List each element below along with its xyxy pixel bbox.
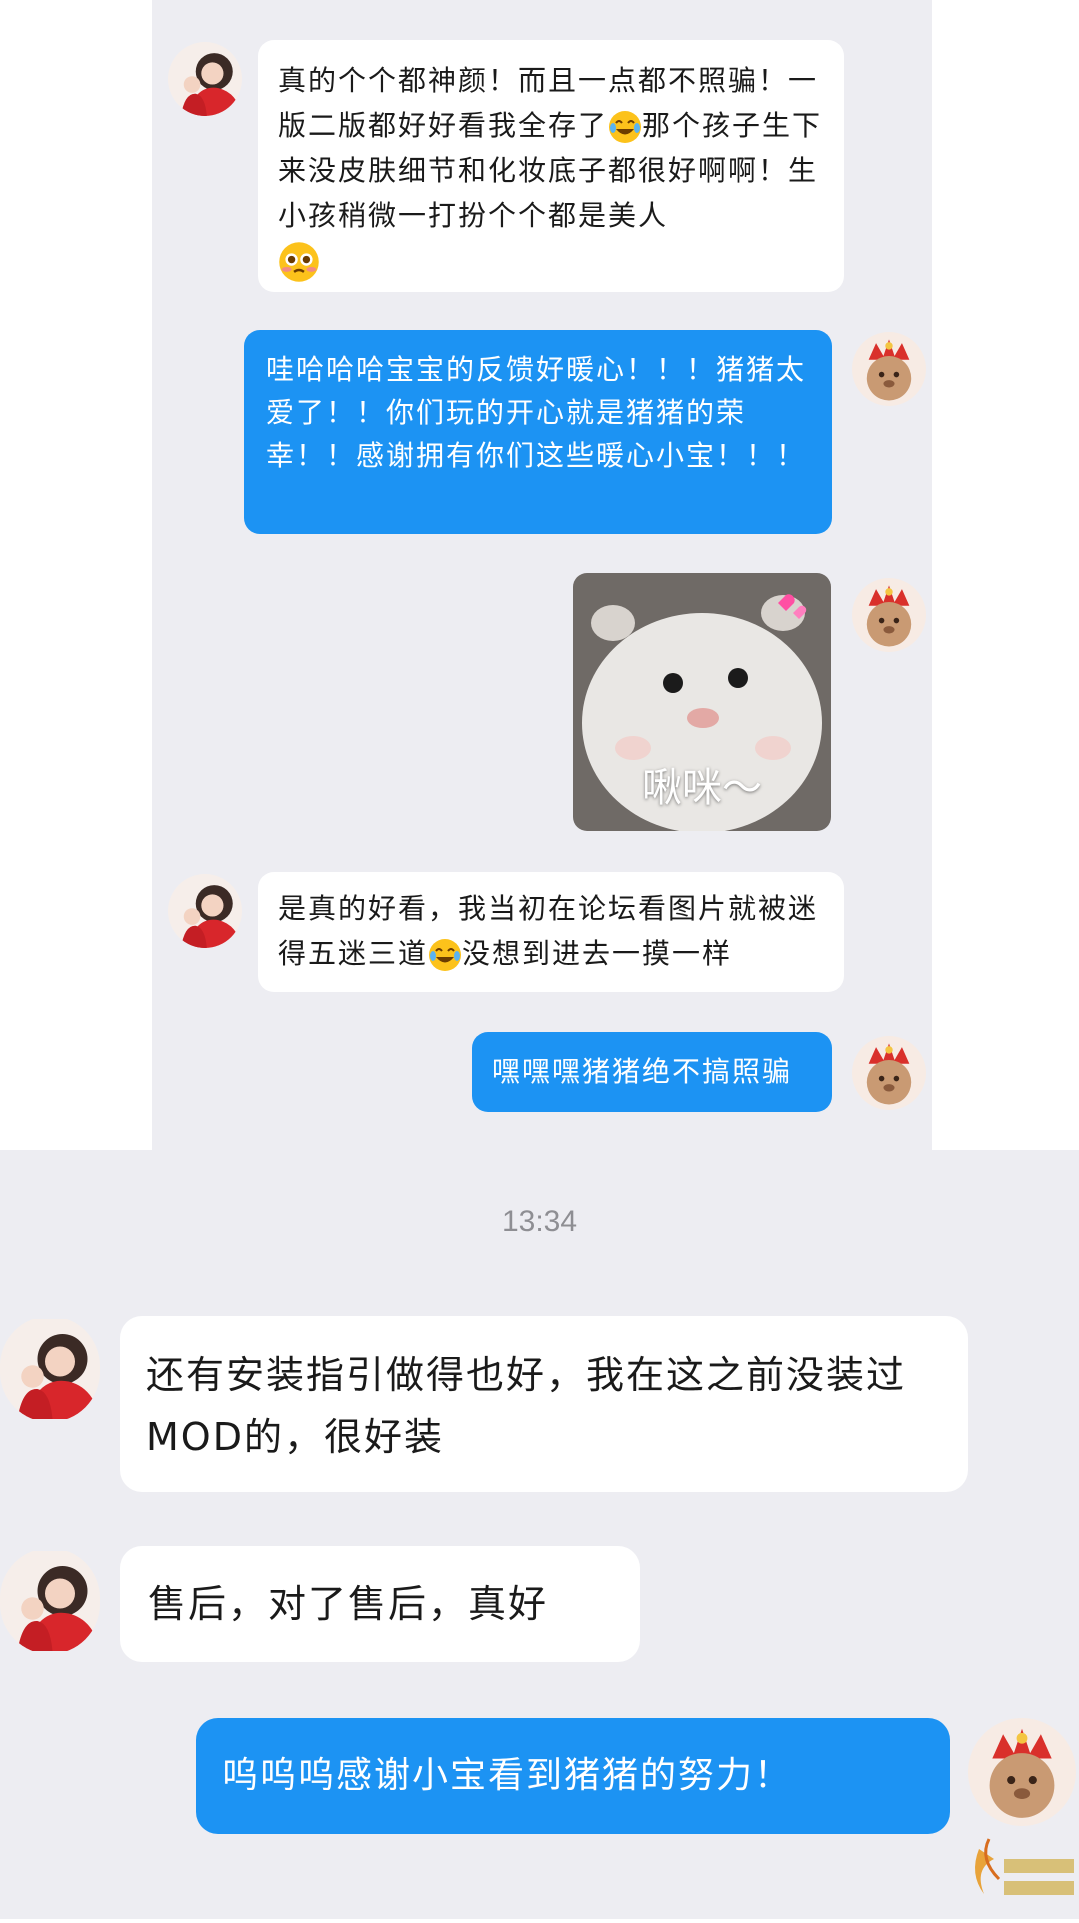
message-bubble-shop[interactable]: 哇哈哈哈宝宝的反馈好暖心！！！猪猪太爱了！！你们玩的开心就是猪猪的荣幸！！感谢拥…	[244, 330, 832, 534]
customer-avatar[interactable]	[168, 874, 242, 948]
customer-avatar[interactable]	[168, 42, 242, 116]
message-bubble-shop[interactable]: 呜呜呜感谢小宝看到猪猪的努力！	[196, 1718, 950, 1834]
customer-avatar[interactable]	[0, 1548, 100, 1654]
shop-avatar[interactable]	[852, 578, 926, 652]
sticker-caption: 啾咪～	[642, 765, 762, 811]
message-bubble-customer[interactable]: 还有安装指引做得也好，我在这之前没装过MOD的，很好装	[120, 1316, 968, 1492]
chat-timestamp: 13:34	[501, 1205, 578, 1238]
shop-avatar[interactable]	[852, 332, 926, 406]
laugh-cry-emoji	[608, 110, 642, 144]
message-text: 还有安装指引做得也好，我在这之前没装过MOD的，很好装	[146, 1353, 907, 1459]
message-text: 哇哈哈哈宝宝的反馈好暖心！！！猪猪太爱了！！你们玩的开心就是猪猪的荣幸！！感谢拥…	[266, 353, 807, 472]
message-text-continued: 没想到进去一摸一样	[462, 937, 733, 970]
pleading-emoji	[278, 241, 320, 283]
message-bubble-customer[interactable]: 是真的好看，我当初在论坛看图片就被迷得五迷三道 没想到进去一摸一样	[258, 872, 844, 992]
laugh-cry-emoji	[428, 938, 462, 972]
message-text: 售后，对了售后，真好	[148, 1582, 549, 1626]
message-bubble-customer[interactable]: 售后，对了售后，真好	[120, 1546, 640, 1662]
message-bubble-shop[interactable]: 嘿嘿嘿猪猪绝不搞照骗	[472, 1032, 832, 1112]
message-text: 呜呜呜感谢小宝看到猪猪的努力！	[222, 1755, 793, 1796]
shop-avatar[interactable]	[852, 1036, 926, 1110]
watermark-logo	[959, 1819, 1079, 1919]
hamster-sticker[interactable]: 啾咪～	[573, 573, 831, 831]
message-text: 嘿嘿嘿猪猪绝不搞照骗	[492, 1055, 793, 1088]
customer-avatar[interactable]	[0, 1316, 100, 1422]
message-bubble-customer[interactable]: 真的个个都神颜！而且一点都不照骗！一版二版都好好看我全存了 那个孩子生下来没皮肤细…	[258, 40, 844, 292]
shop-avatar[interactable]	[968, 1718, 1076, 1826]
